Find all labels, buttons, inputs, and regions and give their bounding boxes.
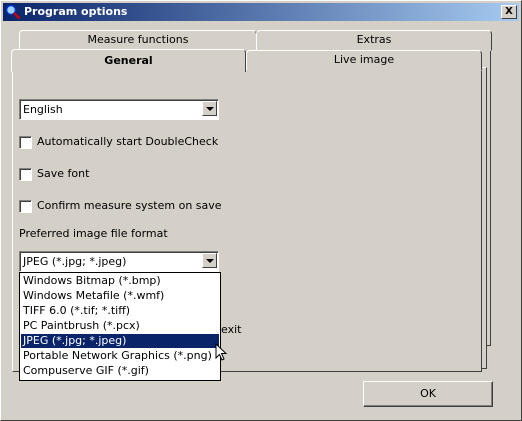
tab-live-image[interactable]: Live image xyxy=(246,50,482,71)
tab-general[interactable]: General xyxy=(11,49,246,72)
exit-option-label-fragment: exit xyxy=(221,323,242,336)
title-bar[interactable]: Program options X xyxy=(3,3,519,21)
checkbox-label: Save font xyxy=(37,167,90,180)
chevron-down-icon[interactable] xyxy=(202,253,217,268)
checkbox-label: Confirm measure system on save xyxy=(37,199,222,212)
checkbox-box[interactable] xyxy=(19,168,32,181)
format-option[interactable]: Compuserve GIF (*.gif) xyxy=(21,364,219,378)
image-format-dropdown-list[interactable]: Windows Bitmap (*.bmp) Windows Metafile … xyxy=(19,272,221,381)
format-option[interactable]: Portable Network Graphics (*.png) xyxy=(21,349,219,363)
checkbox-label: Automatically start DoubleCheck xyxy=(37,135,219,148)
format-option[interactable]: Windows Bitmap (*.bmp) xyxy=(21,274,219,288)
format-option[interactable]: PC Paintbrush (*.pcx) xyxy=(21,319,219,333)
close-button[interactable]: X xyxy=(501,5,517,19)
format-option-selected[interactable]: JPEG (*.jpg; *.jpeg) xyxy=(21,334,219,348)
language-select-value: English xyxy=(23,103,63,116)
tab-extras[interactable]: Extras xyxy=(256,30,492,51)
mouse-pointer-icon xyxy=(215,343,228,361)
tab-measure-functions-label: Measure functions xyxy=(87,33,189,46)
window-title: Program options xyxy=(24,5,128,18)
format-option[interactable]: Windows Metafile (*.wmf) xyxy=(21,289,219,303)
magnifier-icon xyxy=(5,4,21,20)
language-select[interactable]: English xyxy=(19,99,219,120)
image-format-select-value: JPEG (*.jpg; *.jpeg) xyxy=(23,255,127,268)
image-format-select[interactable]: JPEG (*.jpg; *.jpeg) xyxy=(19,251,219,272)
tab-extras-label: Extras xyxy=(356,33,392,46)
format-option[interactable]: TIFF 6.0 (*.tif; *.tiff) xyxy=(21,304,219,318)
image-format-label: Preferred image file format xyxy=(19,227,168,240)
checkbox-box[interactable] xyxy=(19,200,32,213)
program-options-window: Program options X Measure functions Extr… xyxy=(0,0,522,421)
tab-general-label: General xyxy=(104,54,153,67)
tab-measure-functions[interactable]: Measure functions xyxy=(19,30,257,51)
ok-button[interactable]: OK xyxy=(363,381,493,407)
chevron-down-icon[interactable] xyxy=(202,101,217,116)
tab-live-image-label: Live image xyxy=(333,53,395,66)
checkbox-box[interactable] xyxy=(19,136,32,149)
